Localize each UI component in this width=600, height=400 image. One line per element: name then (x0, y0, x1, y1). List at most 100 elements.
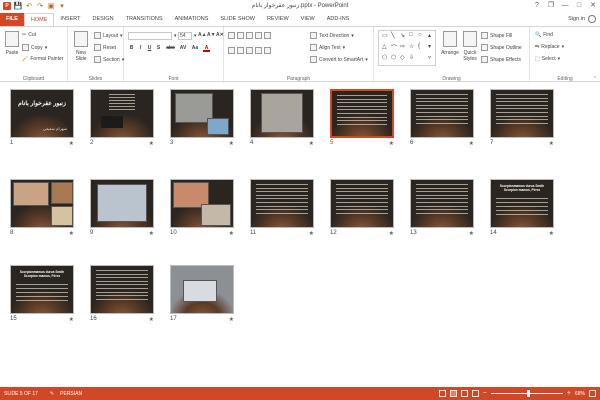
ribbon-display-icon[interactable]: ❐ (546, 1, 556, 10)
tab-slide-show[interactable]: SLIDE SHOW (214, 13, 261, 26)
shape-effects-button[interactable]: Shape Effects (481, 56, 521, 63)
replace-button[interactable]: ⇆ Replace ▾ (535, 44, 564, 50)
shape-outline-button[interactable]: Shape Outline (481, 44, 522, 51)
character-spacing-button[interactable]: AV (178, 45, 188, 52)
language-indicator[interactable]: PERSIAN (60, 391, 82, 397)
slide-thumbnail-7[interactable]: 7 ★ (490, 89, 554, 150)
shape-fill-button[interactable]: Shape Fill (481, 32, 512, 39)
tab-review[interactable]: REVIEW (261, 13, 295, 26)
zoom-out-button[interactable]: − (483, 390, 487, 397)
curve-shape-icon[interactable]: ⌒ (391, 43, 397, 52)
grow-font-button[interactable]: A▲ (198, 32, 207, 39)
tab-file[interactable]: FILE (0, 13, 24, 26)
oval-shape-icon[interactable]: ○ (418, 32, 422, 38)
rectangle-shape-icon[interactable]: □ (409, 32, 413, 38)
align-text-button[interactable]: Align Text ▾ (310, 44, 345, 51)
quick-styles-button[interactable]: Quick Styles (461, 31, 479, 62)
fit-slide-icon[interactable] (589, 390, 596, 397)
layout-button[interactable]: Layout ▾ (94, 32, 123, 39)
zoom-in-button[interactable]: + (567, 390, 571, 397)
triangle-shape-icon[interactable]: △ (382, 43, 387, 50)
reset-button[interactable]: Reset (94, 44, 116, 51)
underline-button[interactable]: U (146, 45, 153, 52)
copy-button[interactable]: Copy ▾ (22, 44, 47, 51)
font-color-button[interactable]: A (203, 45, 210, 52)
textbox-shape-icon[interactable]: ▭ (382, 32, 388, 39)
tab-transitions[interactable]: TRANSITIONS (120, 13, 169, 26)
line-shape-icon[interactable]: ╲ (391, 32, 395, 39)
customize-qat-icon[interactable]: ▾ (58, 2, 66, 10)
slide-thumbnail-14[interactable]: Scorpionmamus durus Smith Scorpion mamus… (490, 179, 554, 240)
slide-thumbnail-1[interactable]: زنبور عقرخوار بانام شهرام شفيعي 1 ★ (10, 89, 74, 150)
slide-sorter-view-icon[interactable] (449, 390, 457, 397)
font-size-dropdown[interactable]: 54 ▾ (178, 32, 197, 40)
tab-home[interactable]: HOME (23, 13, 55, 26)
clear-formatting-button[interactable]: A✕ (216, 32, 224, 39)
shapes-gallery[interactable]: ▭ ╲ ↘ □ ○ △ ⌒ ⇨ ☆ { ⬠ ⬡ ◇ ⇩ ▴ ▾ ▿ (378, 30, 436, 66)
zoom-slider[interactable] (490, 390, 563, 397)
hexagon-shape-icon[interactable]: ⬡ (391, 54, 396, 61)
bold-button[interactable]: B (128, 45, 135, 52)
tab-insert[interactable]: INSERT (54, 13, 86, 26)
sign-in-link[interactable]: Sign in (568, 15, 596, 23)
tab-view[interactable]: VIEW (295, 13, 321, 26)
slide-thumbnail-17[interactable]: 17 ★ (170, 265, 234, 326)
slideshow-view-icon[interactable] (471, 390, 479, 397)
text-direction-button[interactable]: Text Direction ▾ (310, 32, 354, 39)
slide-thumbnail-12[interactable]: 12 ★ (330, 179, 394, 240)
normal-view-icon[interactable] (438, 390, 446, 397)
gallery-more-icon[interactable]: ▿ (428, 54, 431, 61)
slide-thumbnail-10[interactable]: 10 ★ (170, 179, 234, 240)
find-button[interactable]: 🔍 Find (535, 32, 553, 38)
tab-animations[interactable]: ANIMATIONS (169, 13, 215, 26)
redo-icon[interactable]: ↷ (36, 2, 44, 10)
slide-thumbnail-9[interactable]: 9 ★ (90, 179, 154, 240)
collapse-ribbon-icon[interactable]: ⌃ (593, 76, 597, 82)
brace-shape-icon[interactable]: { (418, 43, 420, 49)
reading-view-icon[interactable] (460, 390, 468, 397)
arrange-button[interactable]: Arrange (440, 31, 460, 56)
save-icon[interactable]: 💾 (14, 2, 23, 10)
slide-thumbnail-4[interactable]: 4 ★ (250, 89, 314, 150)
slide-thumbnail-11[interactable]: 11 ★ (250, 179, 314, 240)
strikethrough-button[interactable]: abc (165, 45, 176, 52)
slide-thumbnail-2[interactable]: 2 ★ (90, 89, 154, 150)
slide-thumbnail-8[interactable]: 8 ★ (10, 179, 74, 240)
diamond-shape-icon[interactable]: ◇ (400, 54, 405, 61)
proofing-icon[interactable]: ✎ (50, 391, 54, 397)
arrow-shape-icon[interactable]: ↘ (400, 32, 405, 39)
powerpoint-app-icon[interactable]: P (3, 2, 11, 10)
right-arrow-shape-icon[interactable]: ⇨ (400, 43, 405, 50)
cut-button[interactable]: ✂ Cut (22, 32, 36, 38)
format-painter-button[interactable]: 🖌 Format Painter (22, 56, 63, 62)
convert-smartart-button[interactable]: Convert to SmartArt ▾ (310, 56, 368, 63)
slide-thumbnail-6[interactable]: 6 ★ (410, 89, 474, 150)
pentagon-shape-icon[interactable]: ⬠ (382, 54, 387, 61)
slide-thumbnail-3[interactable]: 3 ★ (170, 89, 234, 150)
zoom-slider-knob[interactable] (526, 390, 530, 397)
tab-add-ins[interactable]: ADD-INS (321, 13, 356, 26)
paste-button[interactable]: Paste (3, 31, 21, 56)
minimize-icon[interactable]: — (560, 1, 570, 10)
new-slide-button[interactable]: New Slide (71, 31, 91, 62)
close-icon[interactable]: ✕ (588, 1, 598, 10)
tab-design[interactable]: DESIGN (87, 13, 120, 26)
maximize-icon[interactable]: □ (574, 1, 584, 10)
text-shadow-button[interactable]: S (155, 45, 162, 52)
paragraph-list-buttons[interactable] (228, 32, 271, 39)
slide-thumbnail-5[interactable]: 5 ★ (330, 89, 394, 150)
select-button[interactable]: ⬚ Select ▾ (535, 56, 560, 62)
italic-button[interactable]: I (137, 45, 144, 52)
star-shape-icon[interactable]: ☆ (409, 43, 414, 50)
down-arrow-shape-icon[interactable]: ⇩ (409, 54, 414, 61)
undo-icon[interactable]: ↶ (25, 2, 33, 10)
gallery-scroll-down-icon[interactable]: ▾ (428, 43, 431, 50)
shrink-font-button[interactable]: A▼ (207, 32, 216, 39)
slide-thumbnail-16[interactable]: 16 ★ (90, 265, 154, 326)
start-slideshow-icon[interactable]: ▣ (47, 2, 55, 10)
font-name-dropdown[interactable]: ▾ (128, 32, 177, 40)
slide-thumbnail-13[interactable]: 13 ★ (410, 179, 474, 240)
paragraph-align-buttons[interactable] (228, 47, 271, 54)
slide-thumbnail-15[interactable]: Scorpionmamus durus Smith Scorpion mamus… (10, 265, 74, 326)
section-button[interactable]: Section ▾ (94, 56, 124, 63)
